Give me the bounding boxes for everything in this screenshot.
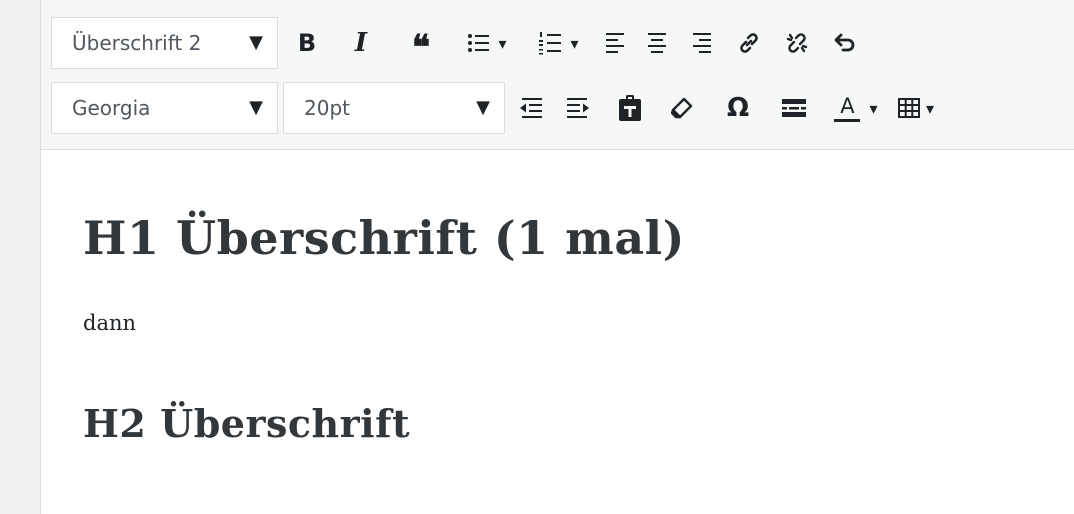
numbered-list-icon [539,32,562,55]
heading-2: H2 Überschrift [83,401,410,446]
bold-icon: B [297,29,317,57]
italic-button[interactable]: I [331,17,391,69]
align-right-button[interactable] [677,17,725,69]
eraser-icon [671,97,693,119]
text-color-letter: A [840,93,855,118]
undo-button[interactable] [821,17,869,69]
align-left-button[interactable] [595,17,637,69]
omega-icon: Ω [726,93,750,123]
align-right-icon [693,33,711,53]
heading-1: H1 Überschrift (1 mal) [83,211,685,265]
toolbar-row-1: Überschrift 2 ▼ B I ❝ ▾ ▾ [51,17,869,69]
font-size-select-value: 20pt [304,96,350,120]
link-icon [740,33,758,53]
editor-toolbar: Überschrift 2 ▼ B I ❝ ▾ ▾ Georgia ▼ 20pt… [41,0,1074,150]
chevron-down-icon: ▼ [249,97,263,118]
paste-as-text-button[interactable] [604,82,656,134]
blockquote-icon: ❝ [411,28,431,68]
align-center-button[interactable] [637,17,677,69]
font-size-select[interactable]: 20pt ▼ [283,82,505,134]
chevron-down-icon: ▼ [249,32,263,53]
chevron-down-icon: ▼ [476,97,490,118]
text-color-swatch [834,118,861,122]
undo-icon [834,33,855,52]
paragraph: dann [83,311,137,335]
align-left-icon [606,33,624,53]
table-button[interactable]: ▾ [892,82,940,134]
font-family-select[interactable]: Georgia ▼ [51,82,278,134]
insert-link-button[interactable] [725,17,773,69]
format-select-value: Überschrift 2 [72,31,202,55]
toolbar-row-2: Georgia ▼ 20pt ▼ Ω A ▾ ▾ [51,82,940,134]
chevron-down-icon: ▾ [498,33,507,53]
bold-button[interactable]: B [283,17,331,69]
table-icon [897,98,920,118]
italic-icon: I [354,28,368,58]
outdent-icon [520,98,542,118]
bullet-list-button[interactable]: ▾ [451,17,523,69]
chevron-down-icon: ▾ [869,98,878,118]
text-color-icon: A [834,93,861,122]
clipboard-icon [619,95,641,121]
unlink-icon [786,33,808,53]
chevron-down-icon: ▾ [570,33,579,53]
align-center-icon [648,33,666,53]
format-select[interactable]: Überschrift 2 ▼ [51,17,278,69]
clear-formatting-button[interactable] [656,82,708,134]
font-family-select-value: Georgia [72,96,151,120]
blockquote-button[interactable]: ❝ [391,17,451,69]
chevron-down-icon: ▾ [925,98,935,118]
editor-content[interactable]: H1 Überschrift (1 mal) dann H2 Überschri… [41,151,1074,514]
read-more-icon [782,99,806,117]
bullet-list-icon [468,34,490,52]
indent-button[interactable] [552,82,604,134]
numbered-list-button[interactable]: ▾ [523,17,595,69]
indent-icon [567,98,589,118]
text-color-button[interactable]: A ▾ [820,82,892,134]
outdent-button[interactable] [510,82,552,134]
remove-link-button[interactable] [773,17,821,69]
special-character-button[interactable]: Ω [708,82,768,134]
read-more-button[interactable] [768,82,820,134]
editor-frame: Überschrift 2 ▼ B I ❝ ▾ ▾ Georgia ▼ 20pt… [40,0,1074,514]
